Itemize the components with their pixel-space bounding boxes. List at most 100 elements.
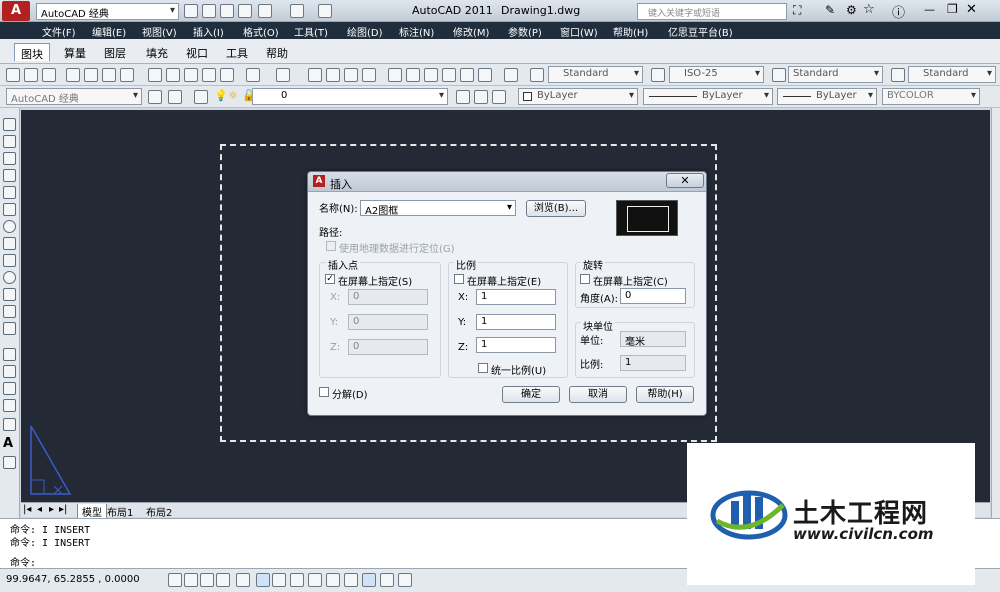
insertion-y-field[interactable]: 0 [348,314,428,330]
insertion-onscreen-checkbox[interactable]: ✓ [325,274,335,284]
saveas-icon[interactable] [238,4,252,18]
uniform-scale-checkbox[interactable] [478,363,488,373]
workspace-select[interactable]: AutoCAD 经典 [36,3,179,20]
name-combo[interactable]: A2图框 ▾ [360,200,516,217]
menu-item-file[interactable]: 文件(F) [42,24,76,39]
restore-icon[interactable]: ❐ [947,2,958,16]
make-current-layer-icon[interactable] [456,90,470,104]
linetype-select[interactable]: ByLayer [643,88,773,105]
layer-state-icon[interactable] [492,90,506,104]
nav-prev-icon[interactable]: ◂ [37,504,42,515]
snap-mode-icon[interactable] [184,573,198,587]
lineweight-toggle-icon[interactable] [344,573,358,587]
table-style-select[interactable]: Standard [788,66,883,83]
binoculars-icon[interactable]: ⛶ [793,3,801,18]
polygon-tool-icon[interactable] [3,169,16,182]
scale-onscreen-checkbox[interactable] [454,274,464,284]
arc-tool-icon[interactable] [3,203,16,216]
tab-block[interactable]: 图块 [14,43,50,61]
redo-icon[interactable] [290,4,304,18]
circle-tool-icon[interactable] [3,220,16,233]
nav-next-icon[interactable]: ▸ [49,504,54,515]
undo-icon[interactable] [258,4,272,18]
color-select[interactable]: ByLayer [518,88,638,105]
tab-quantity[interactable]: 算量 [58,43,92,61]
geo-checkbox[interactable] [326,241,336,251]
ellipse-arc-tool-icon[interactable] [3,288,16,301]
star-icon[interactable]: ☆ [863,2,875,17]
help-tb-icon[interactable] [504,68,518,82]
make-block-tool-icon[interactable] [3,322,16,335]
3d-osnap-icon[interactable] [272,573,286,587]
dialog-title-bar[interactable]: A 插入 ✕ [308,172,706,192]
menu-item-dimension[interactable]: 标注(N) [399,24,434,39]
menu-item-platform[interactable]: 亿思豆平台(B) [668,24,733,39]
open-icon[interactable] [202,4,216,18]
redo-tb-icon[interactable] [276,68,290,82]
new-icon[interactable] [184,4,198,18]
workspace-combo[interactable]: AutoCAD 经典 [6,88,142,105]
plot-icon[interactable] [318,4,332,18]
scale-z-field[interactable]: 1 [476,337,556,353]
explode-checkbox[interactable] [319,387,329,397]
rotation-onscreen-checkbox[interactable] [580,274,590,284]
polar-tracking-icon[interactable] [236,573,250,587]
minimize-icon[interactable]: — [924,3,935,16]
3d-dwf-icon[interactable] [120,68,134,82]
layer-previous-icon[interactable] [474,90,488,104]
tab-layer[interactable]: 图层 [98,43,132,61]
calculator-icon[interactable] [478,68,492,82]
publish-icon[interactable] [102,68,116,82]
zoom-window-icon[interactable] [344,68,358,82]
lineweight-select[interactable]: ByLayer [777,88,877,105]
match-properties-icon[interactable] [202,68,216,82]
menu-item-insert[interactable]: 插入(I) [193,24,224,39]
tab-layout2[interactable]: 布局2 [146,504,172,519]
menu-item-parametric[interactable]: 参数(P) [508,24,542,39]
sheet-set-icon[interactable] [442,68,456,82]
menu-item-view[interactable]: 视图(V) [142,24,177,39]
mleader-style-icon[interactable] [891,68,905,82]
region-tool-icon[interactable] [3,399,16,412]
quick-properties-icon[interactable] [362,573,376,587]
mtext-tool-icon[interactable]: A [3,436,13,451]
nav-last-icon[interactable]: ▸| [59,504,67,515]
add-selected-tool-icon[interactable] [3,456,16,469]
workspace-save-icon[interactable] [168,90,182,104]
layer-select[interactable]: 0 [252,88,448,105]
dim-style-icon[interactable] [651,68,665,82]
scale-y-field[interactable]: 1 [476,314,556,330]
tab-tools[interactable]: 工具 [220,43,254,61]
menu-item-edit[interactable]: 编辑(E) [92,24,126,39]
properties-icon[interactable] [388,68,402,82]
menu-item-tools[interactable]: 工具(T) [294,24,328,39]
tab-layout1[interactable]: 布局1 [107,504,133,519]
insertion-x-field[interactable]: 0 [348,289,428,305]
layer-thaw-icon[interactable]: ☼ [228,89,238,102]
infer-constraints-icon[interactable] [168,573,182,587]
open-file-icon[interactable] [24,68,38,82]
layer-manager-icon[interactable] [194,90,208,104]
browse-button[interactable]: 浏览(B)... [526,200,586,217]
nav-first-icon[interactable]: |◂ [23,504,31,515]
object-snap-icon[interactable] [256,573,270,587]
cancel-button[interactable]: 取消 [569,386,627,403]
pan-icon[interactable] [308,68,322,82]
scale-x-field[interactable]: 1 [476,289,556,305]
dynamic-input-icon[interactable] [326,573,340,587]
otrack-icon[interactable] [290,573,304,587]
ellipse-tool-icon[interactable] [3,271,16,284]
wrench-icon[interactable]: ✎ [825,3,835,17]
workspace-settings-icon[interactable] [148,90,162,104]
close-icon[interactable]: ✕ [966,2,977,17]
table-tool-icon[interactable] [3,418,16,431]
ok-button[interactable]: 确定 [502,386,560,403]
tab-help[interactable]: 帮助 [260,43,294,61]
point-tool-icon[interactable] [3,348,16,361]
tab-viewport[interactable]: 视口 [180,43,214,61]
rectangle-tool-icon[interactable] [3,186,16,199]
xline-tool-icon[interactable] [3,135,16,148]
zoom-previous-icon[interactable] [362,68,376,82]
grid-display-icon[interactable] [200,573,214,587]
insertion-z-field[interactable]: 0 [348,339,428,355]
